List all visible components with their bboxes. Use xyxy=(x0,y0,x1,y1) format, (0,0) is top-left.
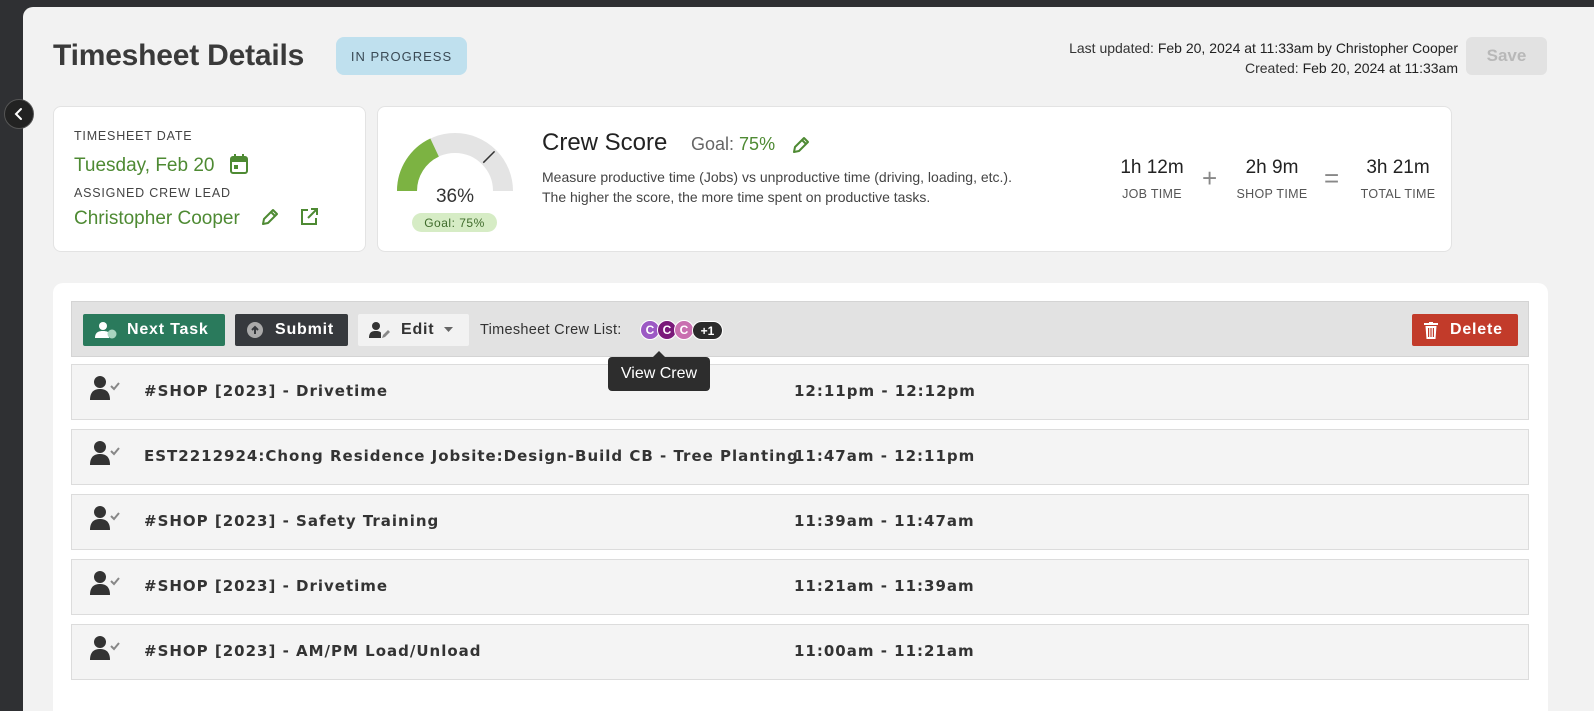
timesheet-date-value[interactable]: Tuesday, Feb 20 xyxy=(74,155,214,177)
last-updated-label: Last updated: xyxy=(1069,40,1154,56)
task-time-range: 11:47am - 12:11pm xyxy=(794,447,976,465)
edit-label: Edit xyxy=(401,321,435,338)
task-name: #SHOP [2023] - Drivetime xyxy=(144,382,389,400)
next-task-button[interactable]: Next Task xyxy=(83,314,225,346)
submit-button[interactable]: Submit xyxy=(235,314,348,346)
delete-label: Delete xyxy=(1450,321,1503,338)
user-check-icon xyxy=(90,506,120,530)
crew-lead-value: Christopher Cooper xyxy=(74,208,240,229)
task-row[interactable]: #SHOP [2023] - Drivetime 12:11pm - 12:12p… xyxy=(71,364,1529,420)
user-check-icon xyxy=(90,636,120,660)
page-title: Timesheet Details xyxy=(53,39,305,72)
shop-time-label: SHOP TIME xyxy=(1236,187,1308,201)
task-toolbar: Next Task Submit Edit Timesheet Crew Lis… xyxy=(71,301,1529,357)
trash-icon xyxy=(1424,321,1438,339)
view-crew-tooltip: View Crew xyxy=(608,351,710,391)
task-time-range: 11:00am - 11:21am xyxy=(794,642,975,660)
calendar-icon[interactable] xyxy=(230,154,248,174)
user-edit-icon xyxy=(369,322,390,338)
task-name: #SHOP [2023] - Safety Training xyxy=(144,512,440,530)
user-check-icon xyxy=(90,571,120,595)
timesheet-meta: Last updated: Feb 20, 2024 at 11:33am by… xyxy=(1069,38,1458,78)
task-time-range: 12:11pm - 12:12pm xyxy=(794,382,976,400)
task-row[interactable]: #SHOP [2023] - Safety Training 11:39am - … xyxy=(71,494,1529,550)
delete-button[interactable]: Delete xyxy=(1412,314,1518,346)
gauge-goal-badge: Goal: 75% xyxy=(412,213,497,232)
timesheet-date-card: TIMESHEET DATE Tuesday, Feb 20 ASSIGNED … xyxy=(53,106,366,252)
submit-label: Submit xyxy=(275,321,335,338)
timesheet-date-label: TIMESHEET DATE xyxy=(74,129,193,143)
total-time-value: 3h 21m xyxy=(1366,157,1430,178)
user-check-icon xyxy=(90,441,120,465)
crew-score-percent: 36% xyxy=(435,186,475,207)
crew-score-description: Measure productive time (Jobs) vs unprod… xyxy=(542,169,1012,205)
task-row[interactable]: #SHOP [2023] - AM/PM Load/Unload 11:00am … xyxy=(71,624,1529,680)
crew-list-label: Timesheet Crew List: xyxy=(480,322,622,338)
task-row[interactable]: #SHOP [2023] - Drivetime 11:21am - 11:39a… xyxy=(71,559,1529,615)
edit-goal-pencil-icon[interactable] xyxy=(791,135,811,155)
last-updated-value: Feb 20, 2024 at 11:33am by Christopher C… xyxy=(1157,40,1458,56)
task-name: EST2212924:Chong Residence Jobsite:Desig… xyxy=(144,447,799,465)
next-task-label: Next Task xyxy=(127,321,209,338)
equals-operator: = xyxy=(1324,163,1340,193)
external-link-icon[interactable] xyxy=(299,207,319,227)
goal-value: 75% xyxy=(739,134,776,154)
caret-down-icon xyxy=(444,327,454,332)
save-button[interactable]: Save xyxy=(1466,37,1547,75)
crew-score-gauge xyxy=(397,133,513,192)
gauge-fill xyxy=(397,138,440,192)
task-time-range: 11:39am - 11:47am xyxy=(794,512,975,530)
total-time-label: TOTAL TIME xyxy=(1360,187,1436,201)
crew-score-card: 36% Goal: 75% Crew Score Goal: 75% Measu… xyxy=(377,106,1452,252)
shop-time-value: 2h 9m xyxy=(1245,157,1299,178)
task-name: #SHOP [2023] - AM/PM Load/Unload xyxy=(144,642,482,660)
task-name: #SHOP [2023] - Drivetime xyxy=(144,577,389,595)
status-badge: IN PROGRESS xyxy=(336,37,467,75)
crew-lead-label: ASSIGNED CREW LEAD xyxy=(74,186,231,200)
created-label: Created: xyxy=(1244,60,1299,76)
collapse-sidebar-button[interactable] xyxy=(4,99,34,129)
plus-operator: + xyxy=(1202,163,1218,193)
chevron-left-icon xyxy=(14,108,22,120)
crew-score-title: Crew Score xyxy=(542,129,668,156)
crew-avatar[interactable]: C xyxy=(674,320,694,340)
task-row[interactable]: EST2212924:Chong Residence Jobsite:Desig… xyxy=(71,429,1529,485)
crew-score-goal: Goal: 75% xyxy=(691,134,775,155)
user-clock-icon xyxy=(95,322,117,339)
job-time-label: JOB TIME xyxy=(1122,187,1182,201)
crew-more-badge[interactable]: +1 xyxy=(692,321,723,340)
edit-dropdown-button[interactable]: Edit xyxy=(358,314,469,346)
user-check-icon xyxy=(90,376,120,400)
main-panel: Timesheet Details IN PROGRESS Last updat… xyxy=(23,7,1594,711)
created-value: Feb 20, 2024 at 11:33am xyxy=(1302,60,1458,76)
job-time-value: 1h 12m xyxy=(1120,157,1184,178)
arrow-up-circle-icon xyxy=(247,322,263,338)
goal-label: Goal: xyxy=(691,134,735,154)
pencil-icon[interactable] xyxy=(260,207,280,227)
task-time-range: 11:21am - 11:39am xyxy=(794,577,975,595)
